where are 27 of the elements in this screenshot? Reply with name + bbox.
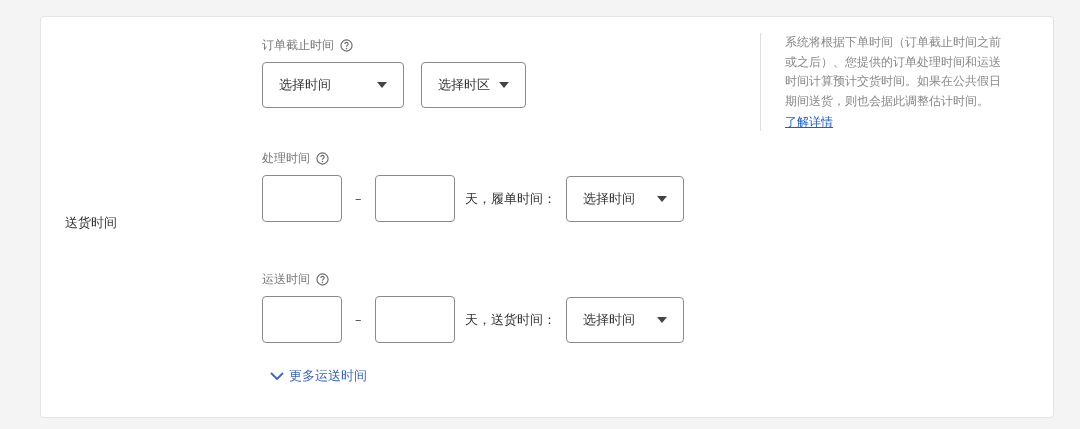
learn-more-link[interactable]: 了解详情 (785, 115, 833, 129)
unit-label: 天，送货时间： (464, 310, 556, 329)
time-select[interactable]: 选择时间 (565, 175, 684, 222)
help-icon[interactable] (316, 152, 329, 165)
unit-label: 天，履单时间： (464, 189, 556, 208)
field-label: 处理时间 (262, 150, 310, 167)
day-input[interactable] (374, 175, 455, 222)
row-label: 送货时间 (65, 214, 117, 232)
caret-icon (377, 82, 387, 88)
more-times-link[interactable]: 更多运送时间 (270, 367, 367, 385)
caret-icon (499, 82, 509, 88)
field-label: 运送时间 (262, 271, 310, 288)
timezone-select[interactable]: 选择时区 (421, 62, 526, 108)
caret-icon (656, 195, 667, 202)
chevron-down-icon (270, 371, 284, 381)
caret-icon (656, 316, 667, 323)
help-icon[interactable] (340, 39, 353, 52)
day-input[interactable] (374, 296, 455, 343)
day-input[interactable] (262, 175, 342, 222)
time-select[interactable]: 选择时间 (262, 62, 404, 108)
help-icon[interactable] (316, 273, 329, 286)
help-text: 系统将根据下单时间（订单截止时间之前或之后）、您提供的订单处理时间和运送时间计算预计交货时间。如果在公共假日期间送货，则也会据此调整估计时间。 (785, 34, 1002, 110)
range-dash: – (355, 312, 362, 327)
day-input[interactable] (262, 296, 342, 343)
range-dash: – (355, 191, 362, 206)
time-select[interactable]: 选择时间 (565, 296, 684, 343)
field-label: 订单截止时间 (262, 37, 334, 54)
